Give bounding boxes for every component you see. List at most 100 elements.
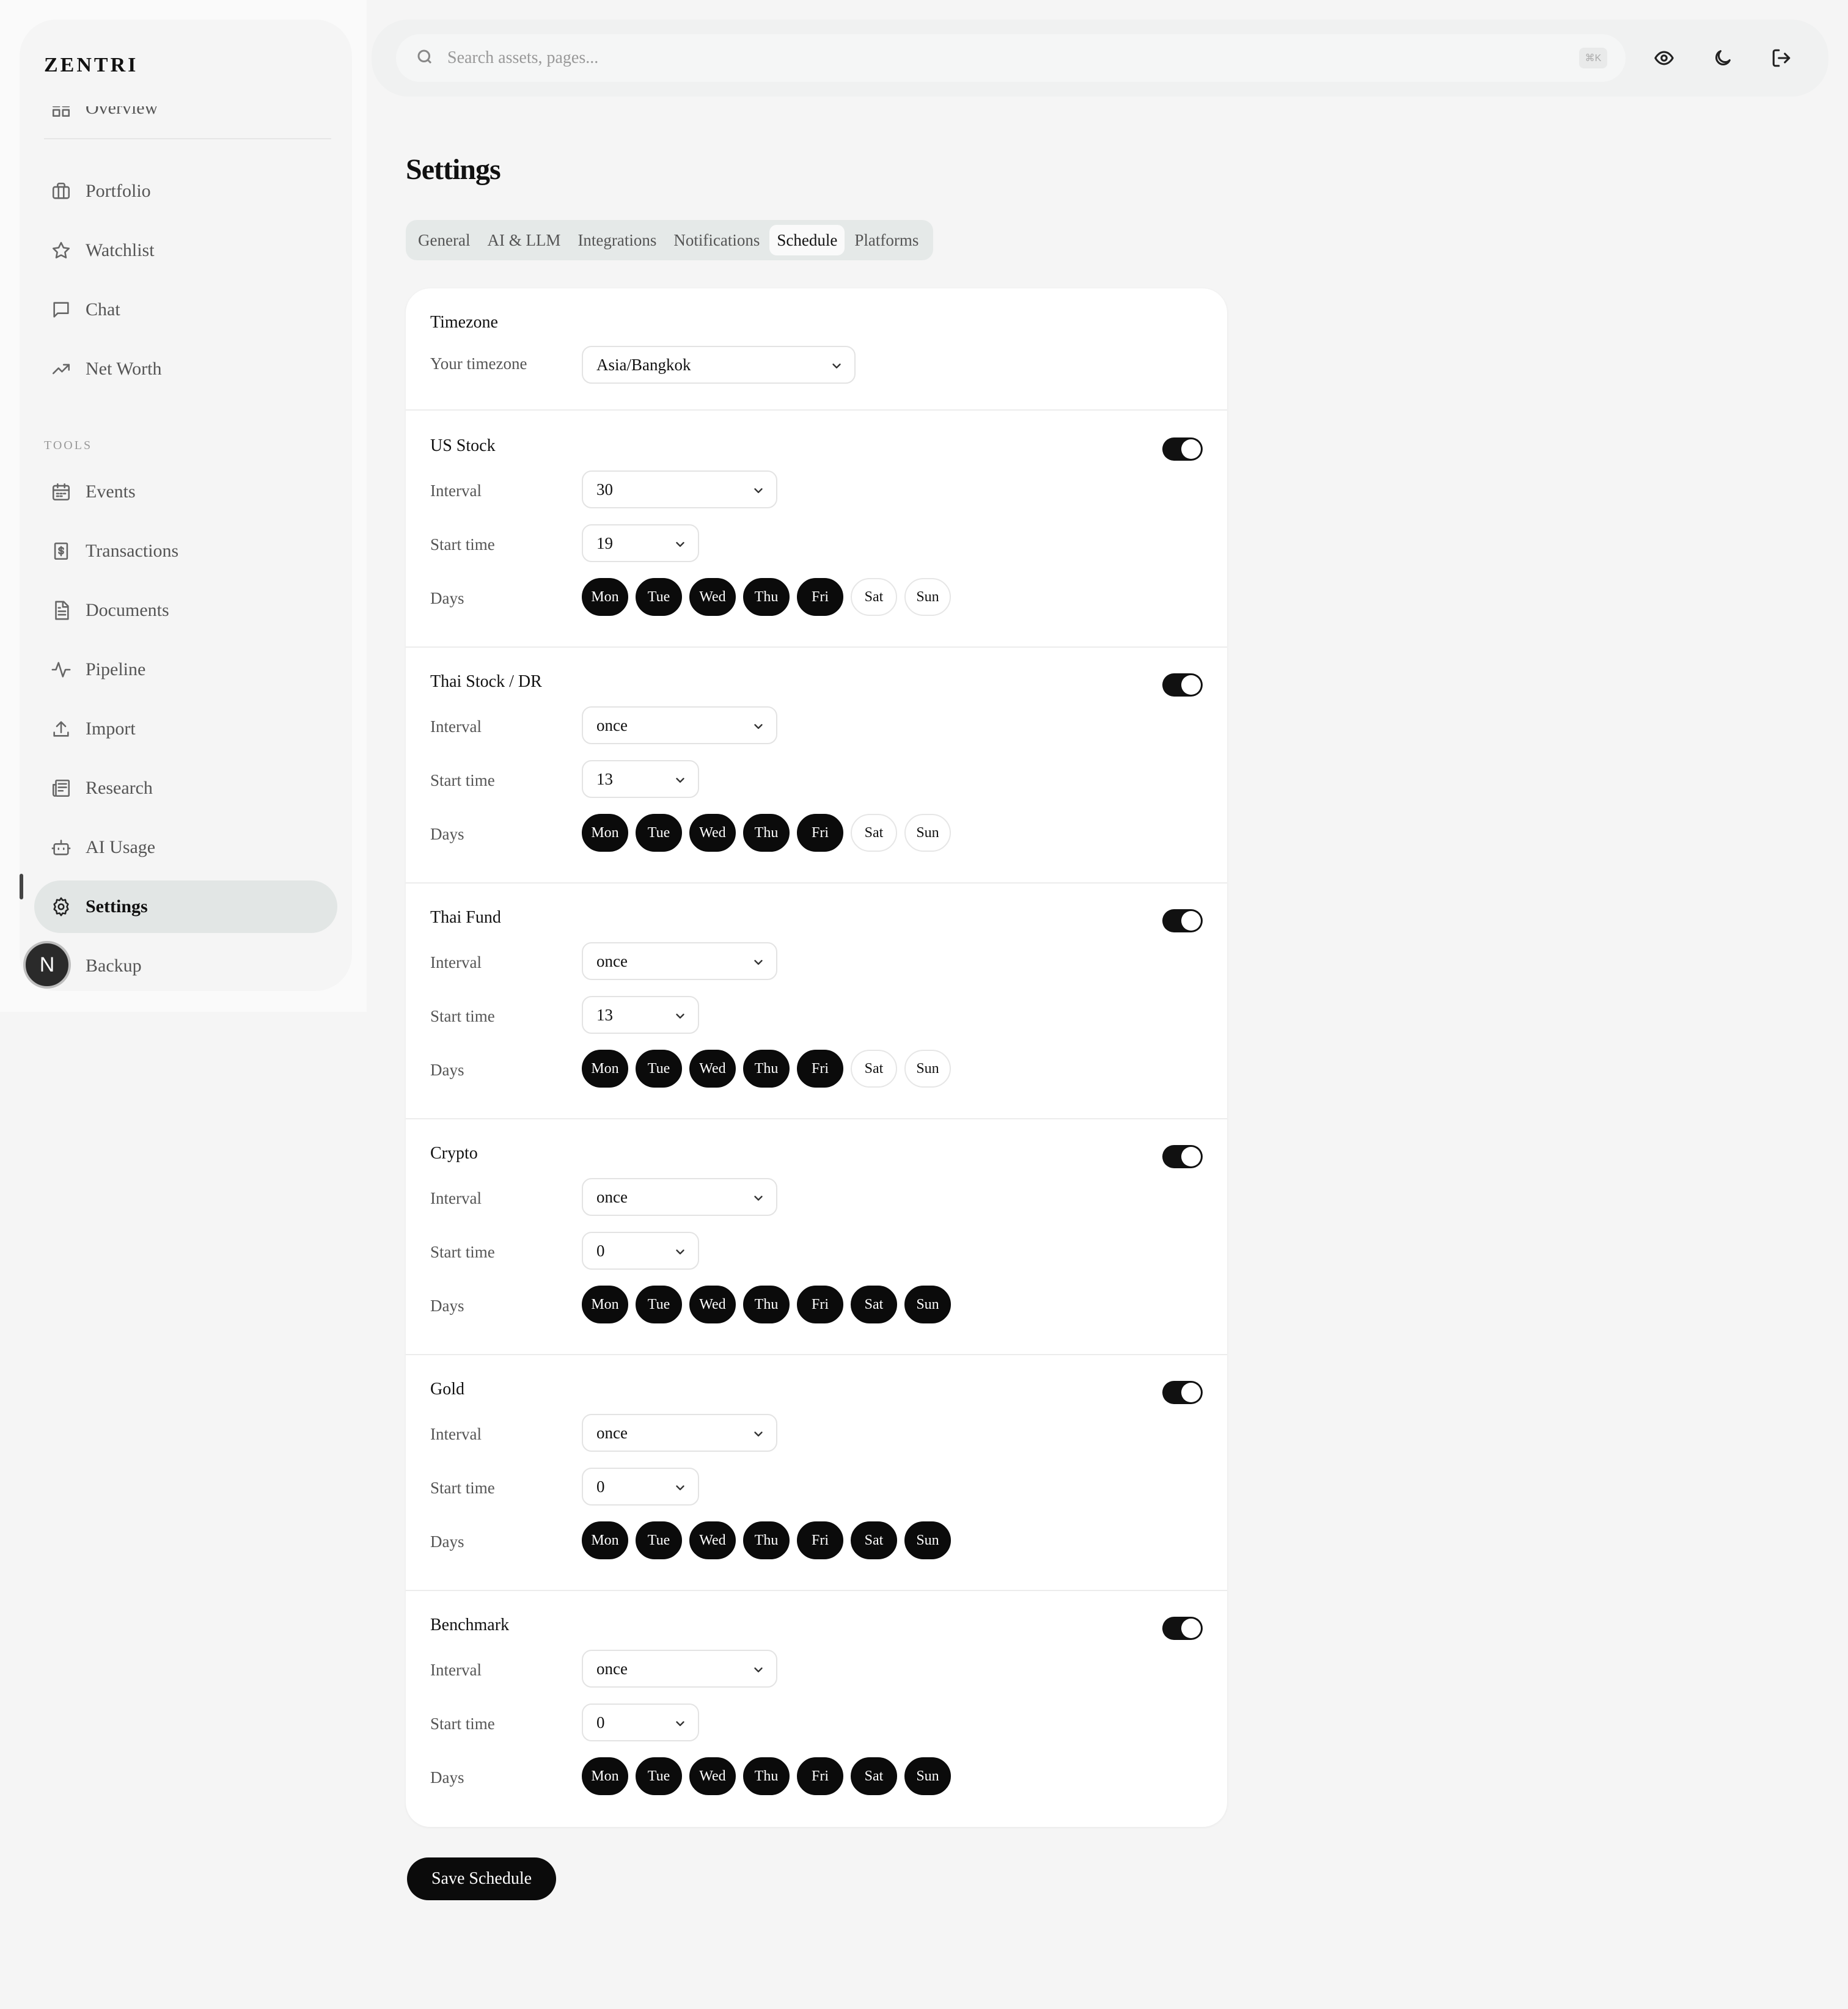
search-bar[interactable]: ⌘K bbox=[396, 34, 1626, 82]
day-toggle-thu[interactable]: Thu bbox=[743, 814, 790, 852]
interval-select[interactable]: once bbox=[582, 1650, 777, 1688]
enable-toggle[interactable] bbox=[1162, 909, 1203, 932]
day-toggle-sat[interactable]: Sat bbox=[851, 1521, 897, 1559]
day-toggle-fri[interactable]: Fri bbox=[797, 814, 843, 852]
start-time-select[interactable]: 0 bbox=[582, 1232, 699, 1270]
day-toggle-tue[interactable]: Tue bbox=[636, 1521, 682, 1559]
day-toggle-wed[interactable]: Wed bbox=[689, 1286, 736, 1323]
sidebar-item-settings[interactable]: Settings bbox=[34, 880, 337, 933]
sidebar-item-transactions[interactable]: Transactions bbox=[34, 525, 337, 577]
day-toggle-wed[interactable]: Wed bbox=[689, 1521, 736, 1559]
day-toggle-sun[interactable]: Sun bbox=[904, 578, 951, 616]
search-input[interactable] bbox=[447, 48, 1535, 68]
day-toggle-wed[interactable]: Wed bbox=[689, 1757, 736, 1795]
tab-schedule[interactable]: Schedule bbox=[769, 225, 845, 255]
sidebar-item-import[interactable]: Import bbox=[34, 703, 337, 755]
day-toggle-sun[interactable]: Sun bbox=[904, 1050, 951, 1088]
day-toggle-sun[interactable]: Sun bbox=[904, 1286, 951, 1323]
sidebar-item-events[interactable]: Events bbox=[34, 466, 337, 518]
timezone-select[interactable]: Asia/Bangkok bbox=[582, 346, 856, 384]
start-time-select[interactable]: 13 bbox=[582, 996, 699, 1034]
days-label: Days bbox=[430, 1061, 464, 1079]
day-toggle-thu[interactable]: Thu bbox=[743, 1050, 790, 1088]
eye-icon[interactable] bbox=[1649, 43, 1679, 73]
sidebar-item-research[interactable]: Research bbox=[34, 762, 337, 814]
interval-select[interactable]: 30 bbox=[582, 470, 777, 508]
tab-general[interactable]: General bbox=[411, 225, 477, 255]
sidebar-item-watchlist[interactable]: Watchlist bbox=[34, 224, 337, 277]
day-toggle-sat[interactable]: Sat bbox=[851, 1050, 897, 1088]
start-time-label: Start time bbox=[430, 771, 495, 789]
start-time-select[interactable]: 0 bbox=[582, 1703, 699, 1741]
day-toggle-wed[interactable]: Wed bbox=[689, 578, 736, 616]
sidebar-item-label: Watchlist bbox=[86, 240, 155, 260]
enable-toggle[interactable] bbox=[1162, 437, 1203, 461]
interval-select[interactable]: once bbox=[582, 942, 777, 980]
sidebar-item-net-worth[interactable]: Net Worth bbox=[34, 343, 337, 395]
enable-toggle[interactable] bbox=[1162, 1617, 1203, 1640]
day-toggle-thu[interactable]: Thu bbox=[743, 1757, 790, 1795]
tab-platforms[interactable]: Platforms bbox=[847, 225, 926, 255]
day-toggle-sat[interactable]: Sat bbox=[851, 814, 897, 852]
day-toggle-sun[interactable]: Sun bbox=[904, 814, 951, 852]
sidebar-item-ai-usage[interactable]: AI Usage bbox=[34, 821, 337, 874]
day-toggle-sun[interactable]: Sun bbox=[904, 1521, 951, 1559]
enable-toggle[interactable] bbox=[1162, 1381, 1203, 1404]
enable-toggle[interactable] bbox=[1162, 673, 1203, 697]
day-toggle-tue[interactable]: Tue bbox=[636, 814, 682, 852]
day-toggle-sat[interactable]: Sat bbox=[851, 1757, 897, 1795]
day-toggle-wed[interactable]: Wed bbox=[689, 814, 736, 852]
logout-icon[interactable] bbox=[1766, 43, 1797, 73]
sidebar-item-label: Documents bbox=[86, 600, 169, 620]
interval-select[interactable]: once bbox=[582, 1178, 777, 1216]
start-time-select[interactable]: 19 bbox=[582, 524, 699, 562]
day-toggle-sat[interactable]: Sat bbox=[851, 1286, 897, 1323]
sidebar-item-backup[interactable]: Backup bbox=[34, 940, 337, 991]
days-picker: Mon Tue Wed Thu Fri Sat Sun bbox=[582, 1050, 958, 1088]
start-time-select[interactable]: 13 bbox=[582, 760, 699, 798]
sidebar-item-portfolio[interactable]: Portfolio bbox=[34, 165, 337, 218]
interval-select[interactable]: once bbox=[582, 1414, 777, 1452]
chevron-down-icon bbox=[676, 1250, 684, 1254]
day-toggle-mon[interactable]: Mon bbox=[582, 578, 628, 616]
days-picker: Mon Tue Wed Thu Fri Sat Sun bbox=[582, 1286, 958, 1323]
day-toggle-mon[interactable]: Mon bbox=[582, 1286, 628, 1323]
section-title: Benchmark bbox=[430, 1616, 510, 1634]
day-toggle-tue[interactable]: Tue bbox=[636, 1757, 682, 1795]
day-toggle-tue[interactable]: Tue bbox=[636, 1286, 682, 1323]
avatar[interactable]: N bbox=[23, 941, 71, 989]
tab-integrations[interactable]: Integrations bbox=[570, 225, 664, 255]
day-toggle-tue[interactable]: Tue bbox=[636, 1050, 682, 1088]
save-schedule-button[interactable]: Save Schedule bbox=[407, 1857, 556, 1900]
day-toggle-wed[interactable]: Wed bbox=[689, 1050, 736, 1088]
day-toggle-sat[interactable]: Sat bbox=[851, 578, 897, 616]
sidebar-item-documents[interactable]: Documents bbox=[34, 584, 337, 637]
start-time-select[interactable]: 0 bbox=[582, 1468, 699, 1506]
day-toggle-tue[interactable]: Tue bbox=[636, 578, 682, 616]
day-toggle-mon[interactable]: Mon bbox=[582, 1521, 628, 1559]
enable-toggle[interactable] bbox=[1162, 1145, 1203, 1168]
day-toggle-fri[interactable]: Fri bbox=[797, 1050, 843, 1088]
tab-ai-llm[interactable]: AI & LLM bbox=[480, 225, 568, 255]
day-toggle-thu[interactable]: Thu bbox=[743, 1286, 790, 1323]
day-toggle-thu[interactable]: Thu bbox=[743, 1521, 790, 1559]
sidebar-item-label: Portfolio bbox=[86, 181, 151, 201]
day-toggle-fri[interactable]: Fri bbox=[797, 1521, 843, 1559]
timezone-label: Your timezone bbox=[430, 354, 527, 373]
sidebar-item-overview[interactable]: Overview bbox=[34, 106, 337, 134]
select-value: 13 bbox=[596, 1005, 613, 1024]
day-toggle-mon[interactable]: Mon bbox=[582, 1050, 628, 1088]
sidebar-item-pipeline[interactable]: Pipeline bbox=[34, 643, 337, 696]
tab-notifications[interactable]: Notifications bbox=[666, 225, 767, 255]
day-toggle-thu[interactable]: Thu bbox=[743, 578, 790, 616]
day-toggle-mon[interactable]: Mon bbox=[582, 1757, 628, 1795]
interval-select[interactable]: once bbox=[582, 706, 777, 744]
day-toggle-sun[interactable]: Sun bbox=[904, 1757, 951, 1795]
sidebar-item-chat[interactable]: Chat bbox=[34, 284, 337, 336]
day-toggle-fri[interactable]: Fri bbox=[797, 578, 843, 616]
day-toggle-mon[interactable]: Mon bbox=[582, 814, 628, 852]
day-toggle-fri[interactable]: Fri bbox=[797, 1286, 843, 1323]
select-value: once bbox=[596, 1187, 628, 1206]
moon-icon[interactable] bbox=[1707, 43, 1738, 73]
day-toggle-fri[interactable]: Fri bbox=[797, 1757, 843, 1795]
